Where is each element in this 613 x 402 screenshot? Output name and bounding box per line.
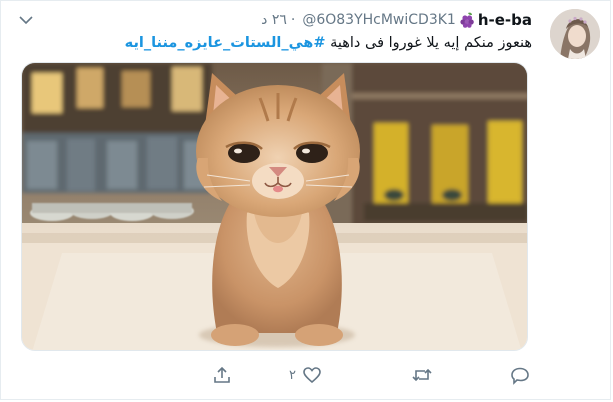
tweet-timestamp[interactable]: ٢٦ د bbox=[261, 12, 287, 28]
tweet-text: هنعوز منكم إيه يلا غوروا فى داهية #هي_ال… bbox=[81, 32, 532, 54]
like-button[interactable]: ٢ bbox=[289, 363, 322, 387]
heart-icon[interactable] bbox=[302, 365, 322, 385]
retweet-icon[interactable] bbox=[411, 363, 433, 387]
kitten-image bbox=[22, 63, 527, 350]
tweet-actions: ٢ bbox=[1, 363, 612, 387]
tweet-header: h-e-ba @6O83YHcMwiCD3K1 · ٢٦ د bbox=[261, 9, 532, 31]
display-name[interactable]: h-e-ba bbox=[478, 11, 532, 29]
tweet-body: هنعوز منكم إيه يلا غوروا فى داهية bbox=[330, 35, 532, 51]
tweet-photo[interactable] bbox=[21, 62, 528, 351]
tweet-card[interactable]: h-e-ba @6O83YHcMwiCD3K1 · ٢٦ د هنعوز منك… bbox=[0, 0, 611, 400]
like-count: ٢ bbox=[289, 367, 296, 383]
share-icon[interactable] bbox=[212, 363, 232, 387]
reply-icon[interactable] bbox=[510, 363, 530, 387]
grape-icon bbox=[459, 12, 475, 28]
user-handle[interactable]: @6O83YHcMwiCD3K1 bbox=[302, 12, 456, 28]
chevron-down-icon[interactable] bbox=[17, 11, 35, 29]
avatar[interactable] bbox=[550, 9, 600, 59]
separator-dot: · bbox=[290, 12, 296, 28]
hashtag-link[interactable]: #هي_الستات_عايزه_مننا_ايه bbox=[125, 35, 326, 51]
